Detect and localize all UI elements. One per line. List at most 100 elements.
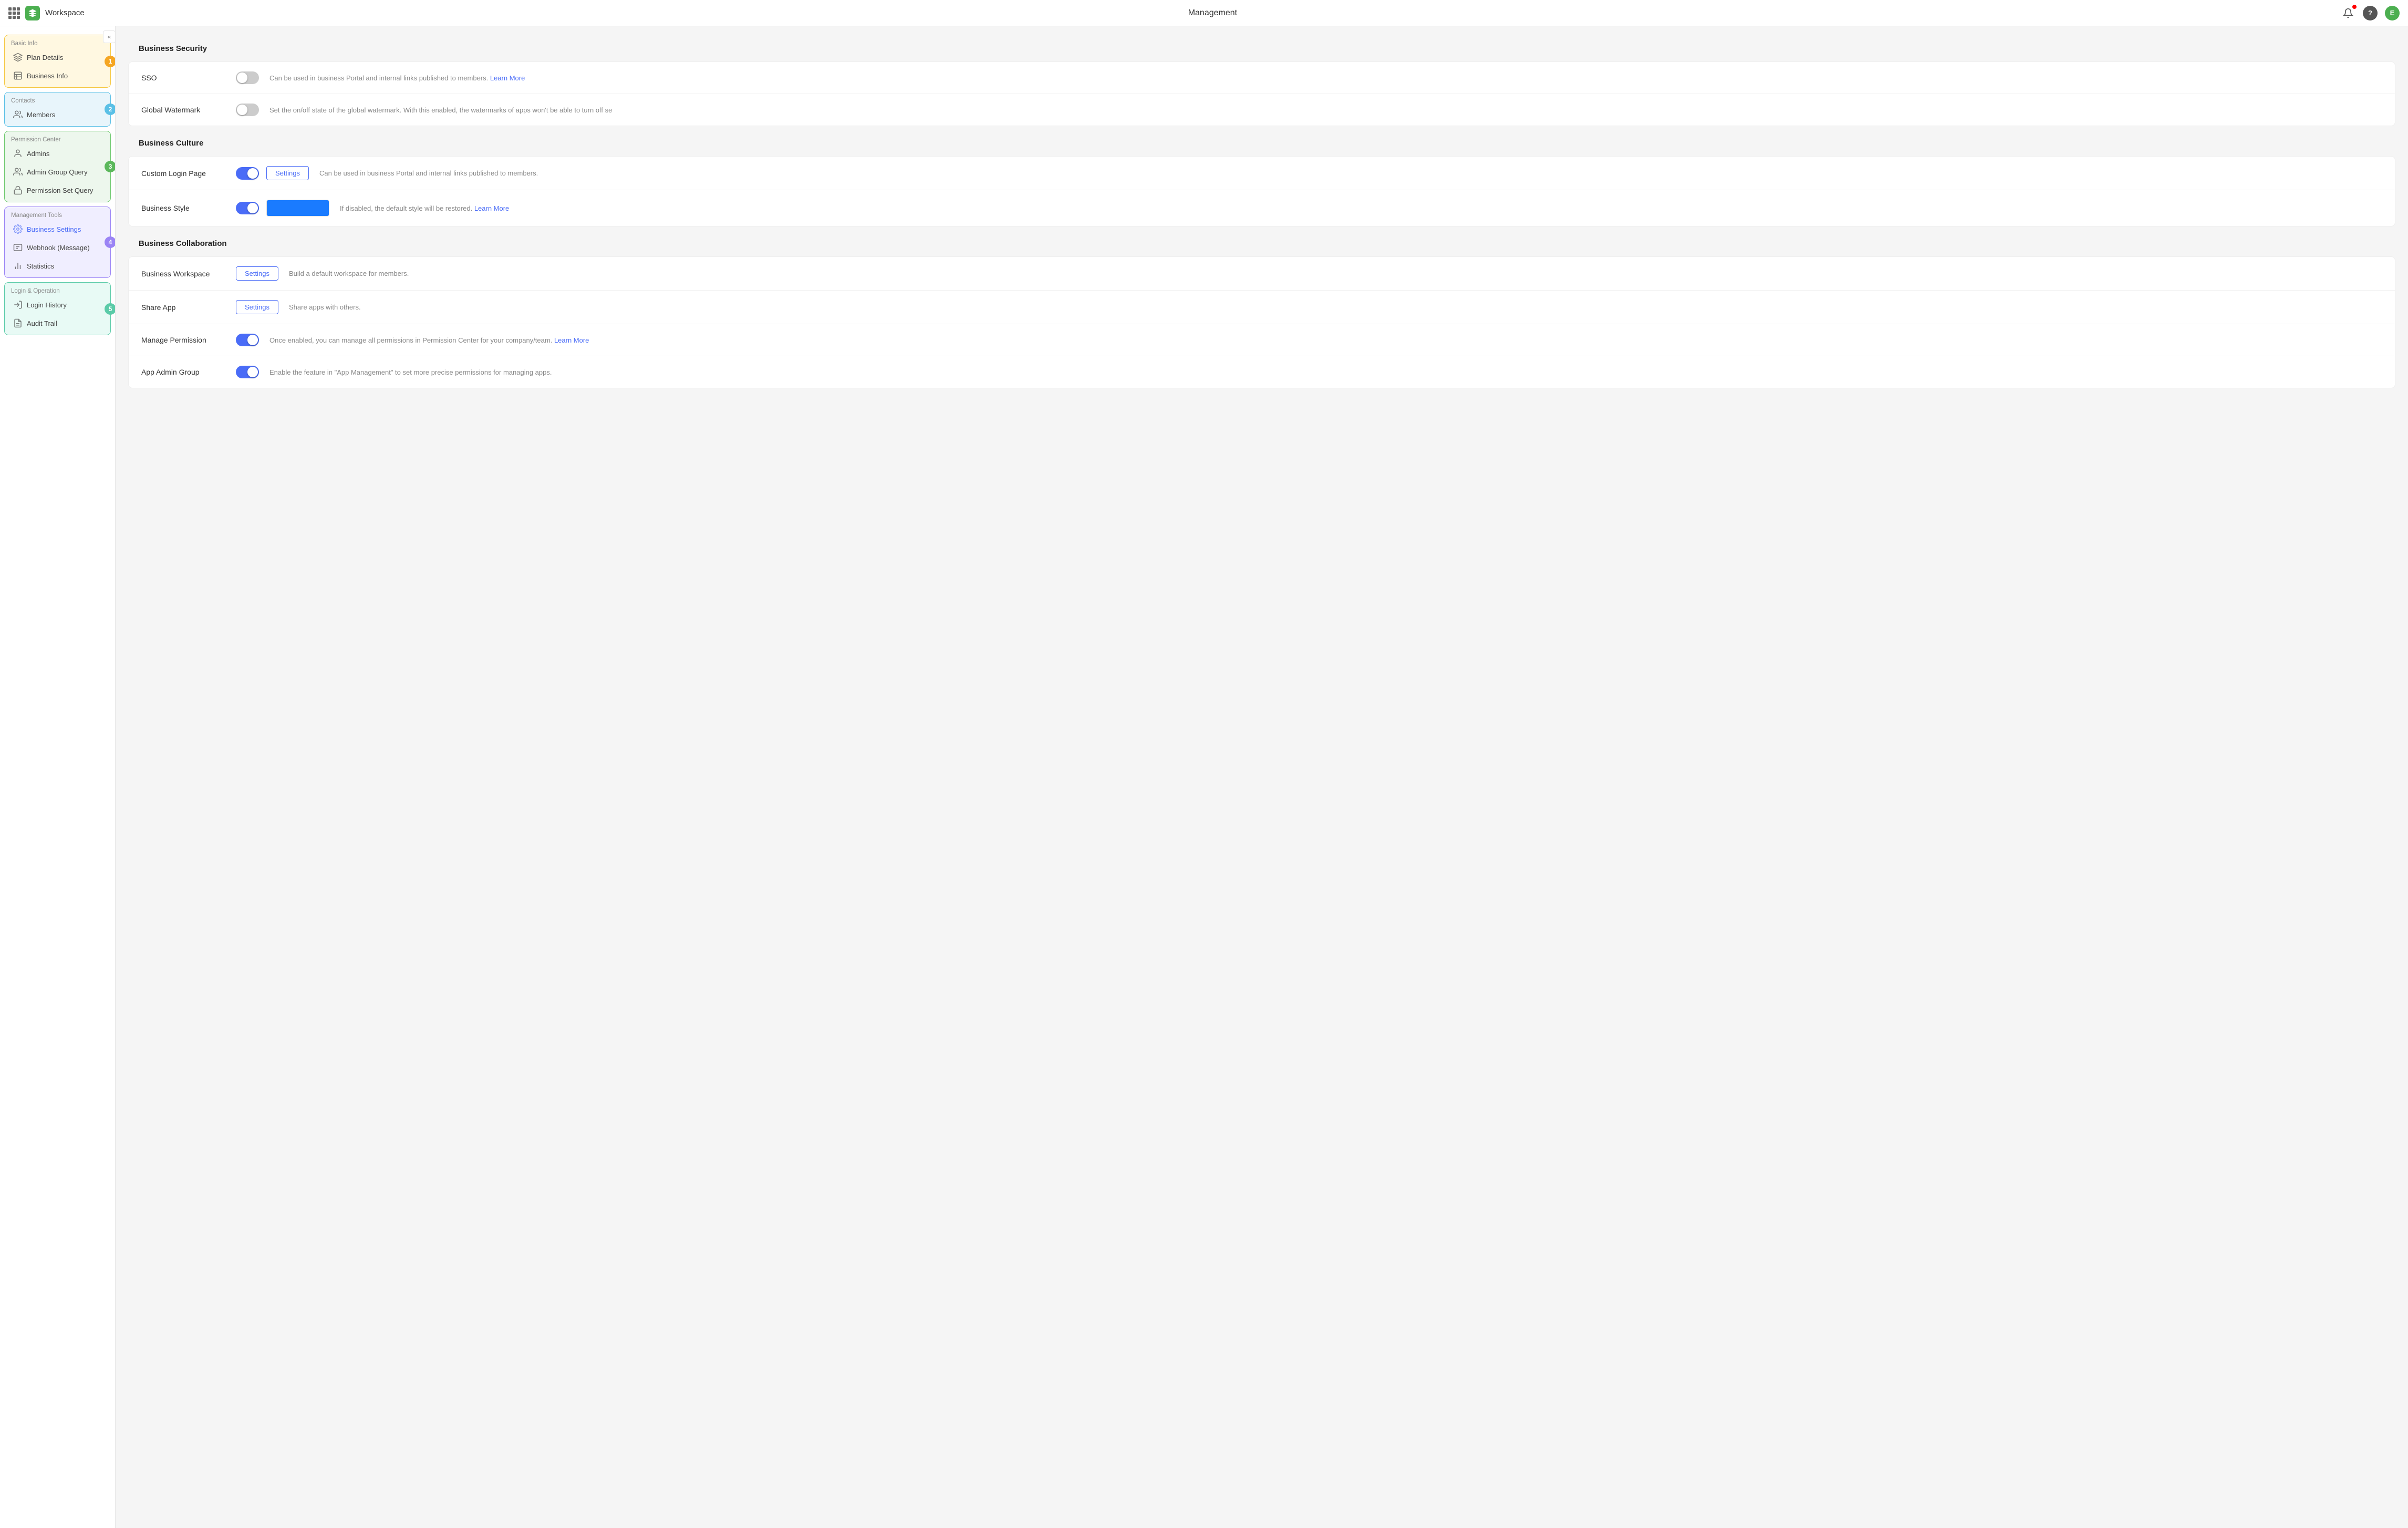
header-left: Workspace <box>8 6 85 20</box>
settings-button-custom-login-page[interactable]: Settings <box>266 166 309 180</box>
row-label-custom-login-page: Custom Login Page <box>141 169 225 178</box>
audit-icon <box>13 318 23 328</box>
row-app-admin-group: App Admin Group Enable the feature in "A… <box>129 356 2395 388</box>
sidebar-block-basic-info: Basic Info Plan Details Business Info 1 <box>4 35 111 88</box>
sidebar-item-label-members: Members <box>27 111 55 119</box>
row-business-workspace: Business Workspace Settings Build a defa… <box>129 257 2395 291</box>
sidebar-section-title-permission: Permission Center <box>5 133 110 144</box>
toggle-manage-permission[interactable] <box>236 334 259 346</box>
app-logo <box>25 6 40 20</box>
row-desc-app-admin-group: Enable the feature in "App Management" t… <box>269 368 2382 376</box>
learn-more-sso-link[interactable]: Learn More <box>490 74 525 82</box>
sidebar-item-statistics[interactable]: Statistics <box>7 257 108 275</box>
sidebar-item-webhook[interactable]: Webhook (Message) <box>7 239 108 256</box>
row-sso: SSO Can be used in business Portal and i… <box>129 62 2395 94</box>
page-title: Management <box>1188 8 1237 18</box>
row-desc-sso: Can be used in business Portal and inter… <box>269 74 2382 82</box>
toggle-thumb-sso <box>237 73 247 83</box>
row-label-sso: SSO <box>141 74 225 82</box>
card-business-culture: Custom Login Page Settings Can be used i… <box>128 156 2395 226</box>
card-business-security: SSO Can be used in business Portal and i… <box>128 61 2395 126</box>
row-label-business-workspace: Business Workspace <box>141 270 225 278</box>
toggle-custom-login-page[interactable] <box>236 167 259 180</box>
sidebar-item-plan-details[interactable]: Plan Details <box>7 48 108 66</box>
row-desc-manage-permission: Once enabled, you can manage all permiss… <box>269 336 2382 344</box>
sidebar-item-label-statistics: Statistics <box>27 262 54 270</box>
sidebar-section-title-basic-info: Basic Info <box>5 37 110 48</box>
row-label-business-style: Business Style <box>141 204 225 212</box>
row-desc-global-watermark: Set the on/off state of the global water… <box>269 106 2382 114</box>
sidebar-item-label-plan-details: Plan Details <box>27 54 63 61</box>
row-label-global-watermark: Global Watermark <box>141 106 225 114</box>
members-icon <box>13 110 23 119</box>
toggle-thumb-custom-login-page <box>247 168 258 179</box>
sidebar-block-management: Management Tools Business Settings Webho… <box>4 207 111 278</box>
sidebar-item-admin-group-query[interactable]: Admin Group Query <box>7 163 108 181</box>
sidebar-item-business-info[interactable]: Business Info <box>7 67 108 85</box>
row-desc-business-workspace: Build a default workspace for members. <box>289 270 2382 277</box>
section-title-business-security: Business Security <box>128 37 2395 60</box>
toggle-business-style[interactable] <box>236 202 259 214</box>
sidebar-block-contacts: Contacts Members 2 <box>4 92 111 127</box>
row-desc-business-style: If disabled, the default style will be r… <box>340 204 2382 212</box>
toggle-global-watermark[interactable] <box>236 104 259 116</box>
row-desc-share-app: Share apps with others. <box>289 303 2382 311</box>
section-title-business-culture: Business Culture <box>128 131 2395 155</box>
main-layout: « Basic Info Plan Details Business Info … <box>0 0 2408 1528</box>
learn-more-business-style-link[interactable]: Learn More <box>474 204 509 212</box>
learn-more-manage-permission-link[interactable]: Learn More <box>554 336 589 344</box>
sidebar-item-members[interactable]: Members <box>7 106 108 123</box>
grid-icon[interactable] <box>8 7 20 19</box>
row-label-app-admin-group: App Admin Group <box>141 368 225 376</box>
main-content: Business Security SSO Can be used in bus… <box>116 26 2408 1528</box>
help-icon[interactable]: ? <box>2363 6 2378 20</box>
sidebar-item-label-business-info: Business Info <box>27 72 68 80</box>
toggle-thumb-app-admin-group <box>247 367 258 377</box>
row-global-watermark: Global Watermark Set the on/off state of… <box>129 94 2395 126</box>
sidebar-item-label-permission-set-query: Permission Set Query <box>27 187 93 194</box>
header-right: ? E <box>2341 6 2400 20</box>
section-badge-3: 3 <box>105 161 116 172</box>
sidebar-item-audit-trail[interactable]: Audit Trail <box>7 314 108 332</box>
row-custom-login-page: Custom Login Page Settings Can be used i… <box>129 157 2395 190</box>
toggle-thumb-global-watermark <box>237 105 247 115</box>
sidebar-item-admins[interactable]: Admins <box>7 144 108 162</box>
settings-button-business-workspace[interactable]: Settings <box>236 266 278 281</box>
user-avatar-icon[interactable]: E <box>2385 6 2400 20</box>
row-label-manage-permission: Manage Permission <box>141 336 225 344</box>
sidebar-item-permission-set-query[interactable]: Permission Set Query <box>7 181 108 199</box>
section-badge-5: 5 <box>105 303 116 315</box>
color-swatch-business-style[interactable] <box>266 200 329 216</box>
admin-group-icon <box>13 167 23 177</box>
row-business-style: Business Style If disabled, the default … <box>129 190 2395 226</box>
section-badge-1: 1 <box>105 56 116 67</box>
row-desc-custom-login-page: Can be used in business Portal and inter… <box>319 169 2382 177</box>
sidebar-section-title-contacts: Contacts <box>5 95 110 105</box>
controls-custom-login-page: Settings <box>236 166 309 180</box>
sidebar-block-permission: Permission Center Admins Admin Group Que… <box>4 131 111 202</box>
sidebar-item-label-webhook: Webhook (Message) <box>27 244 90 252</box>
sidebar-block-login: Login & Operation Login History Audit Tr… <box>4 282 111 335</box>
lock-icon <box>13 185 23 195</box>
toggle-thumb-business-style <box>247 203 258 213</box>
collapse-button[interactable]: « <box>103 30 116 43</box>
sidebar-item-business-settings[interactable]: Business Settings <box>7 220 108 238</box>
row-manage-permission: Manage Permission Once enabled, you can … <box>129 324 2395 356</box>
toggle-app-admin-group[interactable] <box>236 366 259 378</box>
sidebar-item-label-admins: Admins <box>27 150 49 158</box>
sidebar-item-login-history[interactable]: Login History <box>7 296 108 314</box>
notification-dot <box>2352 5 2357 9</box>
settings-button-share-app[interactable]: Settings <box>236 300 278 314</box>
layers-icon <box>13 53 23 62</box>
top-header: Workspace Management ? E <box>0 0 2408 26</box>
settings-icon <box>13 224 23 234</box>
sidebar-item-label-audit-trail: Audit Trail <box>27 319 57 327</box>
sidebar-item-label-admin-group-query: Admin Group Query <box>27 168 88 176</box>
stats-icon <box>13 261 23 271</box>
controls-business-style <box>236 200 329 216</box>
toggle-sso[interactable] <box>236 71 259 84</box>
sidebar-section-title-login: Login & Operation <box>5 285 110 295</box>
notification-bell[interactable] <box>2341 6 2355 20</box>
row-label-share-app: Share App <box>141 303 225 312</box>
app-name: Workspace <box>45 8 85 17</box>
